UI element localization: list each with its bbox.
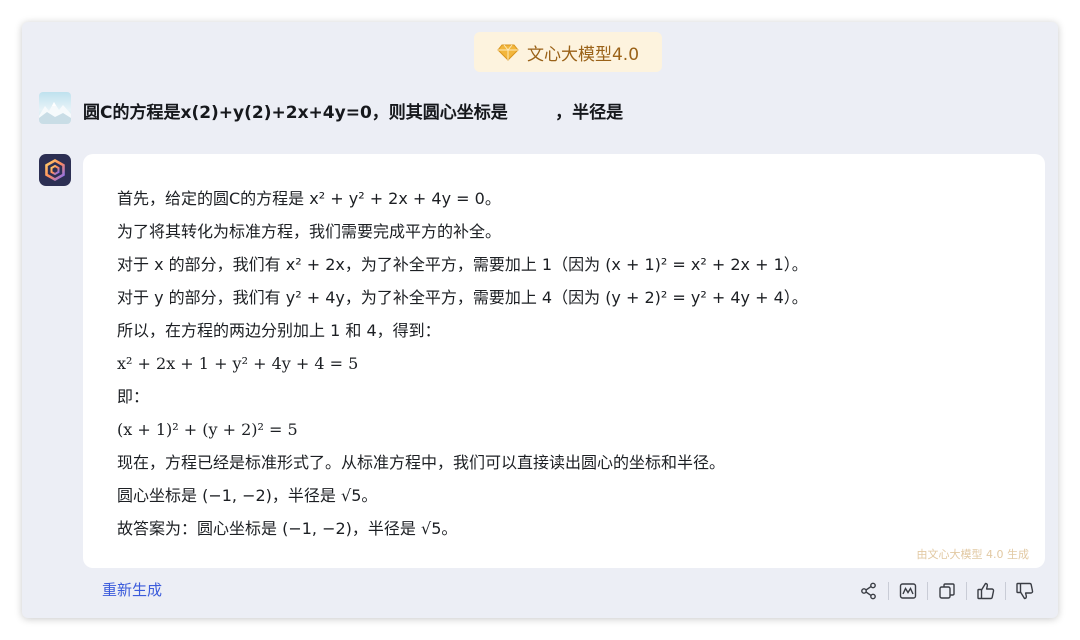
action-bar bbox=[855, 577, 1039, 605]
watermark: 由文心大模型 4.0 生成 bbox=[916, 548, 1030, 561]
answer-text: 首先，给定的圆C的方程是 x² + y² + 2x + 4y = 0。 为了将其… bbox=[117, 182, 808, 545]
ernie-logo-icon bbox=[39, 154, 71, 186]
answer-line: 现在，方程已经是标准形式了。从标准方程中，我们可以直接读出圆心的坐标和半径。 bbox=[117, 453, 726, 472]
share-icon[interactable] bbox=[855, 577, 883, 605]
diamond-icon bbox=[497, 43, 519, 61]
model-name: 文心大模型4.0 bbox=[526, 44, 640, 65]
user-question: 圆C的方程是x(2)+y(2)+2x+4y=0，则其圆心坐标是 ，半径是 bbox=[83, 103, 624, 123]
divider bbox=[966, 582, 967, 600]
user-avatar bbox=[39, 92, 71, 124]
regenerate-button[interactable]: 重新生成 bbox=[102, 579, 162, 600]
chart-icon[interactable] bbox=[894, 577, 922, 605]
answer-line: 故答案为：圆心坐标是 (−1, −2)，半径是 √5。 bbox=[117, 519, 458, 538]
answer-line: 对于 y 的部分，我们有 y² + 4y，为了补全平方，需要加上 4（因为 (y… bbox=[117, 288, 808, 307]
divider bbox=[1005, 582, 1006, 600]
thumbs-up-icon[interactable] bbox=[972, 577, 1000, 605]
answer-line: 即： bbox=[117, 387, 150, 406]
answer-equation: (x + 1)² + (y + 2)² = 5 bbox=[117, 420, 298, 439]
answer-card: 首先，给定的圆C的方程是 x² + y² + 2x + 4y = 0。 为了将其… bbox=[83, 154, 1045, 568]
copy-icon[interactable] bbox=[933, 577, 961, 605]
divider bbox=[888, 582, 889, 600]
answer-equation: x² + 2x + 1 + y² + 4y + 4 = 5 bbox=[117, 354, 359, 373]
chat-window: 文心大模型4.0 圆C的方程是x(2)+y(2)+2x+4y=0，则其圆心坐标是… bbox=[22, 22, 1058, 618]
model-badge[interactable]: 文心大模型4.0 bbox=[474, 32, 662, 72]
answer-line: 为了将其转化为标准方程，我们需要完成平方的补全。 bbox=[117, 222, 502, 241]
answer-line: 圆心坐标是 (−1, −2)，半径是 √5。 bbox=[117, 486, 378, 505]
answer-line: 对于 x 的部分，我们有 x² + 2x，为了补全平方，需要加上 1（因为 (x… bbox=[117, 255, 808, 274]
answer-line: 所以，在方程的两边分别加上 1 和 4，得到： bbox=[117, 321, 441, 340]
divider bbox=[927, 582, 928, 600]
thumbs-down-icon[interactable] bbox=[1011, 577, 1039, 605]
answer-line: 首先，给定的圆C的方程是 x² + y² + 2x + 4y = 0。 bbox=[117, 189, 501, 208]
